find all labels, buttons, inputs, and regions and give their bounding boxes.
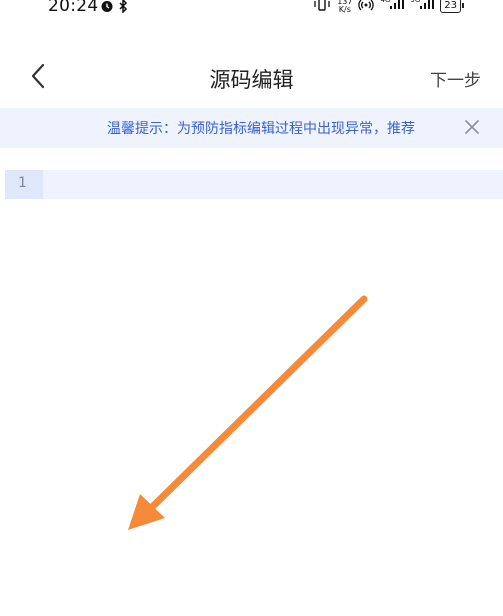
notice-bar: 温馨提示：为预防指标编辑过程中出现异常，推荐: [0, 108, 503, 148]
close-icon: [465, 120, 479, 134]
signal-1: 4G: [380, 0, 405, 9]
battery-level: 23: [444, 0, 457, 11]
notice-text: 温馨提示：为预防指标编辑过程中出现异常，推荐: [107, 121, 415, 137]
status-icons-right: 137 K/s 4G 5G 23: [313, 0, 464, 14]
line-content[interactable]: [51, 175, 495, 193]
code-editor[interactable]: 1: [0, 170, 503, 616]
hotspot-icon: [358, 0, 375, 11]
back-button[interactable]: [28, 62, 50, 90]
signal-1-label: 4G: [380, 0, 391, 4]
battery-icon: 23: [440, 0, 464, 13]
vibrate-icon: [314, 0, 330, 11]
page-title: 源码编辑: [209, 68, 294, 92]
line-number: 1: [18, 175, 27, 191]
status-icons-left: [100, 0, 129, 14]
network-speed-unit: K/s: [338, 5, 351, 14]
editor-line[interactable]: 1: [5, 170, 503, 199]
nav-bar: 源码编辑 下一步: [0, 54, 503, 102]
notice-close-button[interactable]: [463, 118, 481, 136]
signal-icon: [390, 0, 405, 9]
status-time: 20:24: [48, 0, 99, 16]
bluetooth-icon: [119, 0, 128, 14]
line-gutter: 1: [5, 170, 43, 199]
status-bar: 20:24 137 K/s 4G 5G 23: [0, 0, 503, 22]
back-icon: [31, 63, 45, 89]
signal-2: 5G: [410, 0, 435, 9]
signal-2-label: 5G: [410, 0, 421, 4]
signal-icon: [420, 0, 435, 9]
alarm-icon: [101, 0, 113, 12]
network-speed: 137 K/s: [337, 0, 352, 14]
next-step-button[interactable]: 下一步: [430, 66, 481, 91]
